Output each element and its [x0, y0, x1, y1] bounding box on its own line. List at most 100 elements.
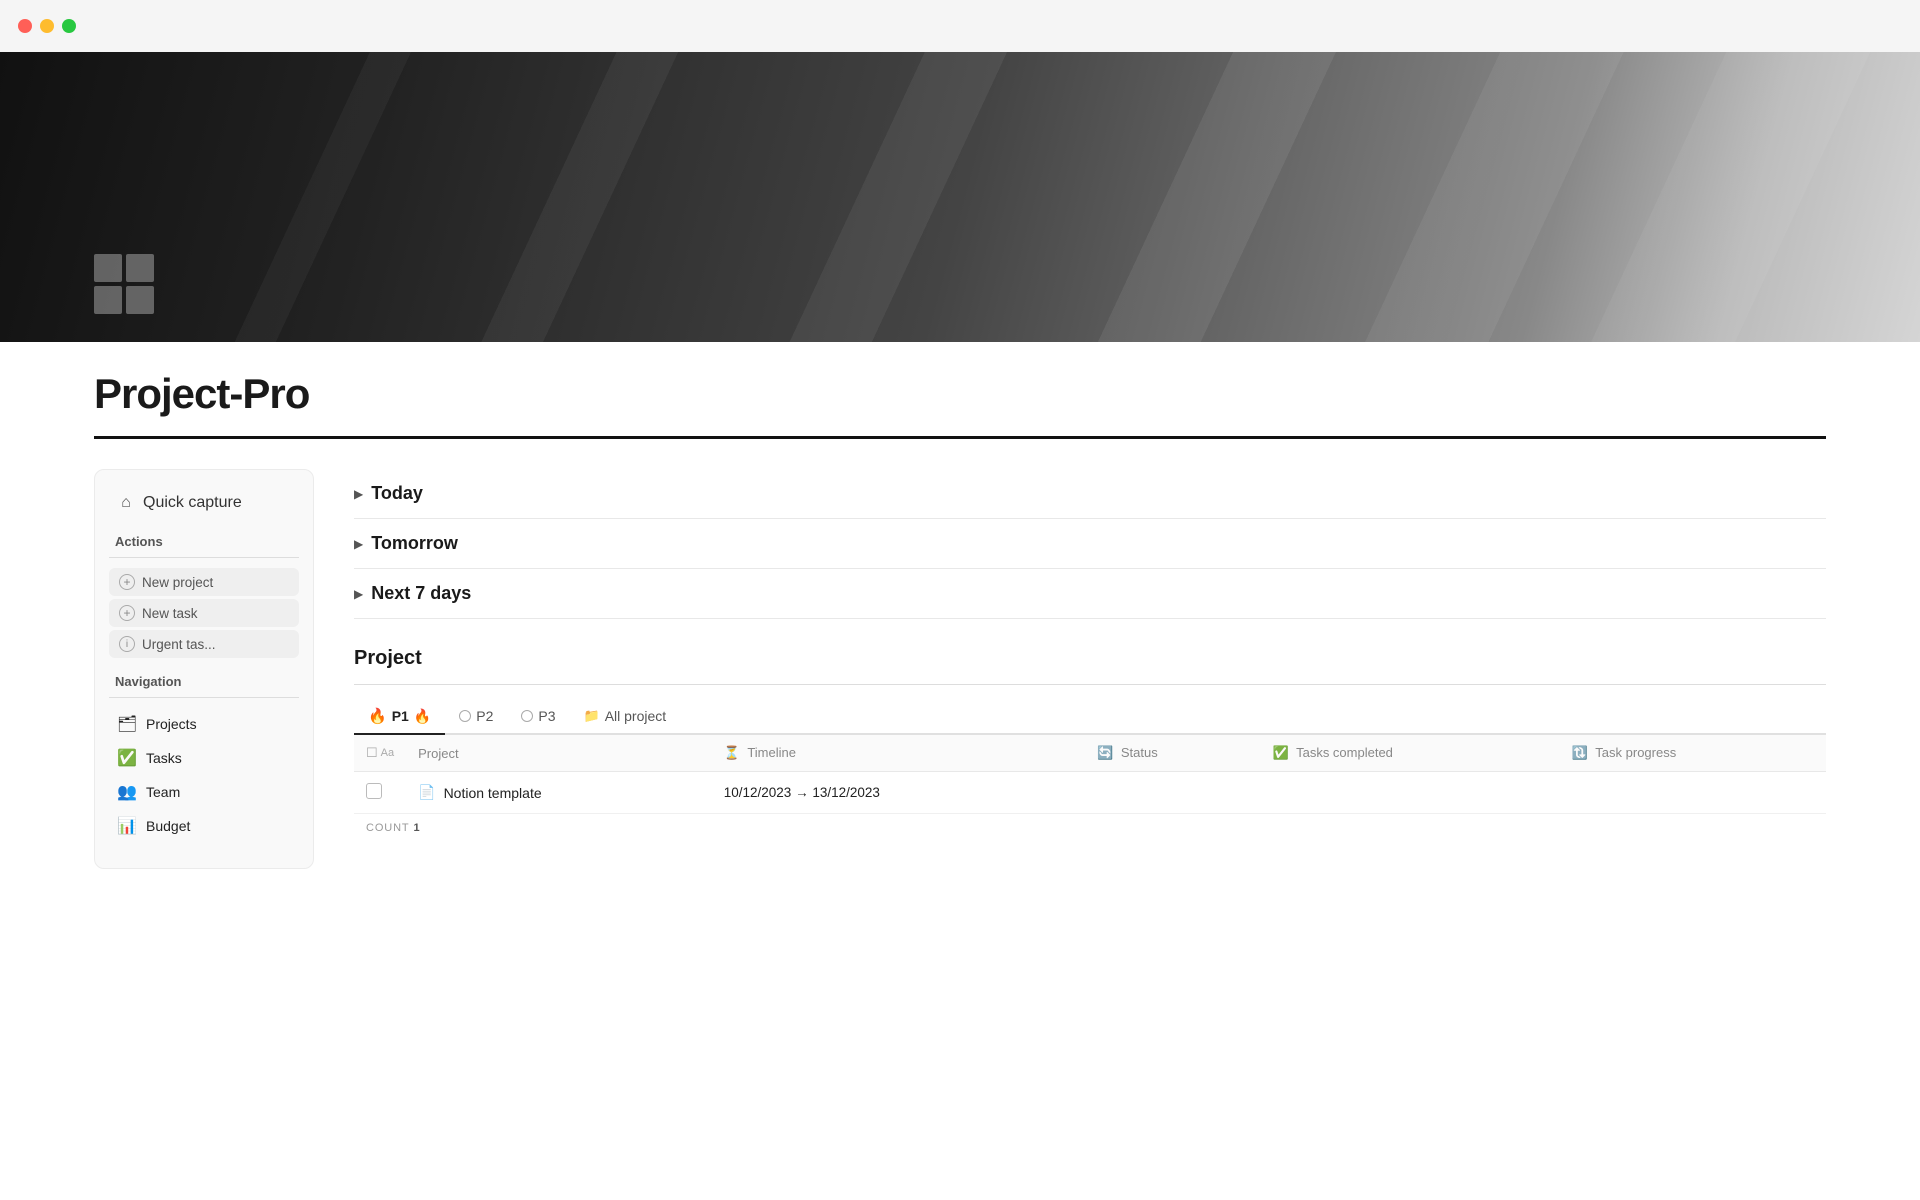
urgent-task-button[interactable]: i Urgent tas...	[109, 630, 299, 658]
row-task-progress	[1560, 772, 1826, 814]
hero-icon-sq-2	[126, 254, 154, 282]
th-checkbox: ☐ Aa	[354, 735, 406, 772]
team-label: Team	[146, 784, 180, 800]
close-button[interactable]	[18, 19, 32, 33]
sidebar-item-tasks[interactable]: ✅ Tasks	[109, 742, 299, 774]
projects-label: Projects	[146, 716, 197, 732]
today-section[interactable]: ▶ Today	[354, 469, 1826, 519]
nav-label: Navigation	[115, 674, 299, 689]
th-status-label: Status	[1121, 745, 1158, 760]
hero-icon-sq-1	[94, 254, 122, 282]
tasks-icon: ✅	[117, 748, 137, 768]
hero-banner	[0, 52, 1920, 342]
new-task-button[interactable]: + New task	[109, 599, 299, 627]
new-project-label: New project	[142, 575, 213, 590]
tab-all-label: All project	[605, 708, 666, 724]
row-tasks-completed	[1261, 772, 1560, 814]
count-row: COUNT 1	[354, 814, 1826, 842]
new-project-button[interactable]: + New project	[109, 568, 299, 596]
tab-p3[interactable]: P3	[507, 700, 569, 734]
fire-icon: 🔥	[368, 707, 387, 725]
hourglass-icon: ⏳	[724, 745, 740, 760]
tab-p2-dot	[459, 710, 471, 722]
project-name-text: Notion template	[444, 785, 542, 801]
today-toggle-icon: ▶	[354, 487, 363, 501]
row-timeline: 10/12/2023 → 13/12/2023	[712, 772, 1085, 814]
add-icon-project: +	[119, 574, 135, 590]
nav-divider	[109, 697, 299, 698]
check-circle-icon: ✅	[1273, 745, 1289, 760]
tab-p1-fire: 🔥	[414, 708, 431, 725]
tab-p2-label: P2	[476, 708, 493, 724]
row-status	[1085, 772, 1260, 814]
th-project: Project	[406, 735, 712, 772]
timeline-start: 10/12/2023	[724, 785, 792, 800]
sidebar-item-budget[interactable]: 📊 Budget	[109, 810, 299, 842]
next7-toggle-icon: ▶	[354, 587, 363, 601]
actions-label: Actions	[115, 534, 299, 549]
hero-icon-sq-4	[126, 286, 154, 314]
count-value: 1	[414, 822, 421, 834]
urgent-task-label: Urgent tas...	[142, 637, 216, 652]
th-project-label: Project	[418, 746, 458, 761]
main-layout: ⌂ Quick capture Actions + New project + …	[0, 439, 1920, 899]
tab-p2[interactable]: P2	[445, 700, 507, 734]
project-section: Project 🔥 P1 🔥 P2 P3 📁	[354, 647, 1826, 842]
sidebar-item-team[interactable]: 👥 Team	[109, 776, 299, 808]
row-project-name: 📄 Notion template	[406, 772, 712, 814]
content-area: ▶ Today ▶ Tomorrow ▶ Next 7 days Project…	[354, 469, 1826, 842]
actions-divider	[109, 557, 299, 558]
next7days-section[interactable]: ▶ Next 7 days	[354, 569, 1826, 619]
th-tasks-completed: ✅ Tasks completed	[1261, 735, 1560, 772]
hero-icon	[94, 254, 154, 314]
th-status: 🔄 Status	[1085, 735, 1260, 772]
th-timeline: ⏳ Timeline	[712, 735, 1085, 772]
timeline-end: 13/12/2023	[812, 785, 880, 800]
quick-capture-item[interactable]: ⌂ Quick capture	[109, 488, 299, 518]
today-label: Today	[371, 483, 423, 504]
home-icon: ⌂	[117, 494, 135, 512]
checkbox-header-icon: ☐	[366, 745, 378, 761]
row-checkbox[interactable]	[366, 783, 382, 799]
tab-p3-label: P3	[538, 708, 555, 724]
sidebar: ⌂ Quick capture Actions + New project + …	[94, 469, 314, 869]
status-icon: 🔄	[1097, 745, 1113, 760]
page-title: Project-Pro	[94, 370, 1826, 418]
hero-icon-sq-3	[94, 286, 122, 314]
tab-p1[interactable]: 🔥 P1 🔥	[354, 699, 445, 735]
th-progress-label: Task progress	[1595, 745, 1676, 760]
minimize-button[interactable]	[40, 19, 54, 33]
tasks-label: Tasks	[146, 750, 182, 766]
page-title-area: Project-Pro	[0, 342, 1920, 418]
new-task-label: New task	[142, 606, 198, 621]
aa-icon: Aa	[381, 747, 394, 759]
titlebar	[0, 0, 1920, 52]
sidebar-item-projects[interactable]: 🗂 Projects	[109, 708, 299, 740]
team-icon: 👥	[117, 782, 137, 802]
project-divider	[354, 684, 1826, 685]
timeline-arrow: →	[795, 785, 812, 800]
progress-icon: 🔃	[1572, 745, 1588, 760]
tomorrow-label: Tomorrow	[371, 533, 458, 554]
table-row: 📄 Notion template 10/12/2023 → 13/12/202…	[354, 772, 1826, 814]
tomorrow-section[interactable]: ▶ Tomorrow	[354, 519, 1826, 569]
th-tasks-label: Tasks completed	[1296, 745, 1393, 760]
project-heading: Project	[354, 647, 1826, 670]
tab-p3-dot	[521, 710, 533, 722]
projects-icon: 🗂	[117, 714, 137, 734]
th-timeline-label: Timeline	[747, 745, 796, 760]
fullscreen-button[interactable]	[62, 19, 76, 33]
quick-capture-label: Quick capture	[143, 494, 242, 512]
folder-icon: 📁	[584, 708, 600, 724]
th-task-progress: 🔃 Task progress	[1560, 735, 1826, 772]
budget-icon: 📊	[117, 816, 137, 836]
tab-all[interactable]: 📁 All project	[570, 700, 681, 734]
info-icon-urgent: i	[119, 636, 135, 652]
notion-page-icon: 📄	[418, 784, 435, 801]
tomorrow-toggle-icon: ▶	[354, 537, 363, 551]
project-table: ☐ Aa Project ⏳ Timeline 🔄	[354, 735, 1826, 814]
project-tabs: 🔥 P1 🔥 P2 P3 📁 All project	[354, 699, 1826, 735]
count-label: COUNT	[366, 822, 410, 834]
row-checkbox-cell[interactable]	[354, 772, 406, 814]
tab-p1-label: P1	[392, 708, 409, 724]
